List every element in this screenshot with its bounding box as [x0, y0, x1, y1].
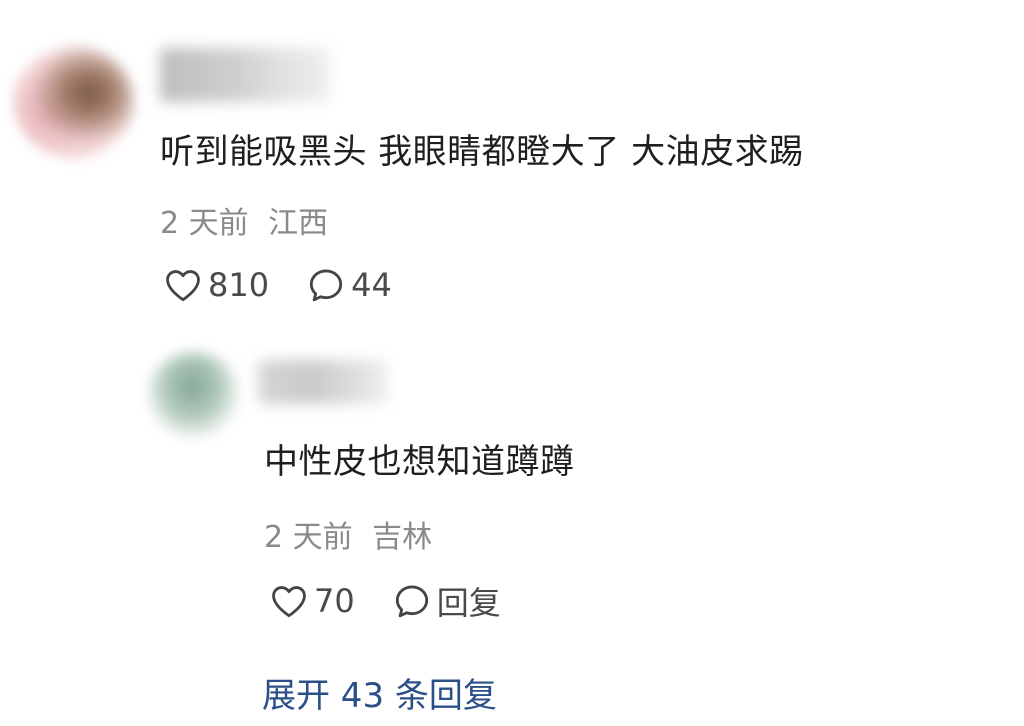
like-button[interactable]: 70 — [270, 582, 355, 620]
reply-button[interactable]: 回复 — [393, 578, 501, 624]
comment-location: 江西 — [268, 206, 329, 241]
reply-text: 中性皮也想知道蹲蹲 — [264, 442, 575, 482]
reply-actions: 70 回复 — [270, 578, 501, 624]
like-count: 810 — [208, 266, 270, 304]
reply-count: 44 — [351, 266, 392, 304]
speech-bubble-outline-icon — [393, 583, 431, 619]
avatar[interactable] — [148, 352, 240, 438]
reply-label: 回复 — [436, 584, 501, 622]
avatar[interactable] — [14, 46, 134, 158]
comment-text: 听到能吸黑头 我眼睛都瞪大了 大油皮求踢 — [160, 132, 804, 172]
speech-bubble-outline-icon — [307, 267, 345, 303]
like-count: 70 — [314, 582, 355, 620]
like-button[interactable]: 810 — [164, 266, 269, 304]
comment-meta: 2 天前 江西 — [160, 198, 328, 242]
username-redacted[interactable] — [258, 360, 388, 404]
heart-outline-icon — [164, 268, 202, 302]
heart-outline-icon — [270, 584, 308, 618]
reply-count-button[interactable]: 44 — [307, 266, 392, 304]
expand-replies-link[interactable]: 展开 43 条回复 — [262, 668, 497, 717]
reply-meta: 2 天前 吉林 — [264, 512, 432, 556]
reply-time: 2 天前 — [264, 520, 353, 555]
reply-location: 吉林 — [372, 520, 433, 555]
username-redacted[interactable] — [160, 48, 330, 102]
comment-time: 2 天前 — [160, 206, 249, 241]
comment-actions: 810 44 — [164, 266, 392, 304]
